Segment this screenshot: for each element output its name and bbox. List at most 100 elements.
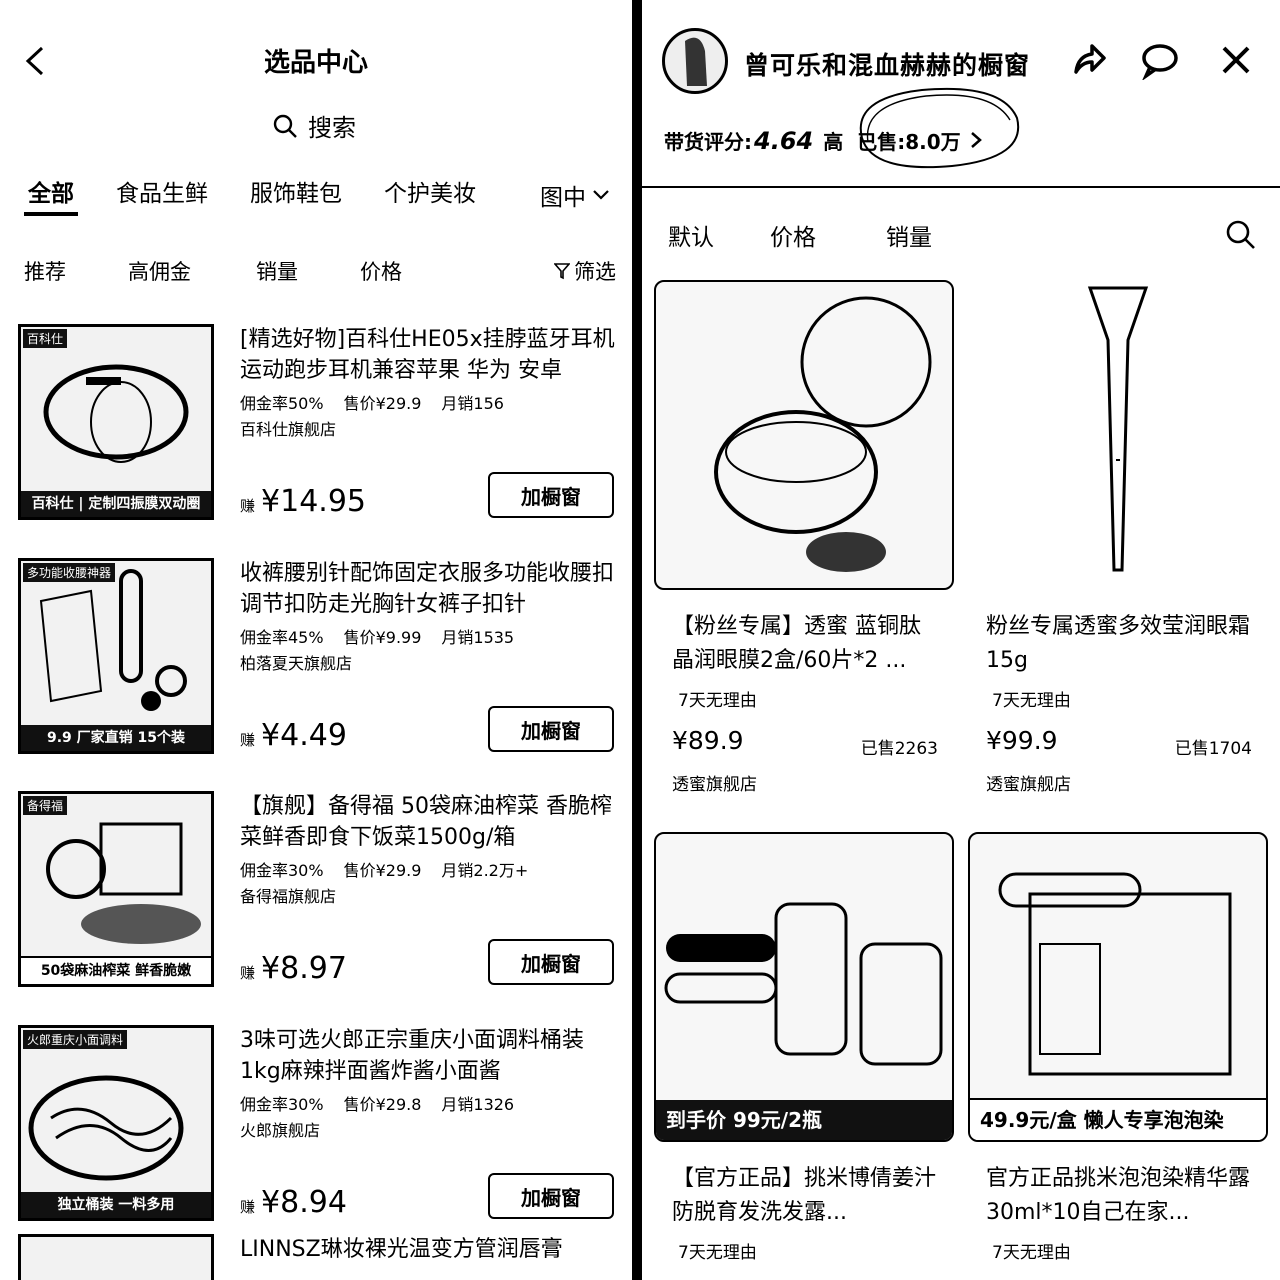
product-image: 到手价 99元/2瓶 (654, 832, 954, 1142)
image-tag: 备得福 (23, 796, 68, 815)
image-caption: 50袋麻油榨菜 鲜香脆嫩 (21, 956, 211, 984)
list-item[interactable]: 备得福 50袋麻油榨菜 鲜香脆嫩 【旗舰】备得福 50袋麻油榨菜 香脆榨菜鲜香即… (18, 791, 618, 991)
pin-illustration (39, 569, 187, 711)
product-meta: 佣金率45% 售价¥9.99 月销1535 (240, 624, 514, 648)
sort-high-commission[interactable]: 高佣金 (128, 256, 191, 286)
store-name[interactable]: 火郎旗舰店 (240, 1117, 320, 1141)
sort-recommend[interactable]: 推荐 (24, 256, 66, 286)
category-more-button[interactable]: 图中 (534, 178, 610, 212)
monthly-sales: 月销1535 (441, 628, 515, 647)
chat-icon[interactable] (1140, 40, 1180, 80)
avatar[interactable] (662, 28, 728, 94)
list-item[interactable]: 多功能收腰神器 9.9 厂家直销 15个装 收裤腰别针配饰固定衣服多功能收腰扣调… (18, 558, 618, 758)
monthly-sales: 月销156 (441, 394, 504, 413)
product-title[interactable]: [精选好物]百科仕HE05x挂脖蓝牙耳机运动跑步耳机兼容苹果 华为 安卓 (240, 324, 620, 386)
category-tabs: 全部 食品生鲜 服饰鞋包 个护美妆 (24, 174, 616, 216)
product-image: 备得福 50袋麻油榨菜 鲜香脆嫩 (18, 791, 214, 987)
header-separator (642, 186, 1280, 188)
hair-dye-box-illustration (998, 872, 1232, 1076)
product-image: 火郎重庆小面调料 独立桶装 一料多用 (18, 1025, 214, 1221)
sale-price: 售价¥9.99 (343, 628, 422, 647)
store-name[interactable]: 备得福旗舰店 (240, 883, 336, 907)
store-name[interactable]: 百科仕旗舰店 (240, 416, 336, 440)
tab-price[interactable]: 价格 (770, 218, 816, 252)
product-image: 百科仕 百科仕 | 定制四振膜双动圈 (18, 324, 214, 520)
tab-beauty[interactable]: 个护美妆 (384, 174, 476, 214)
sale-price: 售价¥29.8 (343, 1095, 422, 1114)
product-meta: 佣金率50% 售价¥29.9 月销156 (240, 390, 504, 414)
add-to-window-button[interactable]: 加橱窗 (488, 706, 614, 752)
commission-rate: 佣金率30% (240, 861, 324, 880)
food-illustration (46, 822, 201, 944)
sale-price: 售价¥29.9 (343, 394, 422, 413)
store-name: 透蜜旗舰店 (672, 775, 757, 795)
earn-label: 赚 (240, 964, 256, 982)
search-icon[interactable] (1224, 218, 1256, 250)
tab-sales[interactable]: 销量 (886, 218, 932, 252)
search-label: 搜索 (308, 114, 356, 142)
product-image (968, 280, 1268, 590)
filter-icon (554, 263, 570, 280)
add-to-window-button[interactable]: 加橱窗 (488, 472, 614, 518)
price: ¥99.9 (986, 726, 1058, 755)
earphone-illustration (43, 364, 189, 463)
list-item[interactable]: 火郎重庆小面调料 独立桶装 一料多用 3味可选火郎正宗重庆小面调料桶装1kg麻辣… (18, 1025, 618, 1225)
commission-rate: 佣金率50% (240, 394, 324, 413)
product-title: 官方正品挑米泡泡染精华露30ml*10自己在家... (986, 1166, 1251, 1225)
filter-button[interactable]: 筛选 (554, 256, 616, 286)
return-policy: 7天无理由 (678, 691, 757, 711)
add-to-window-button[interactable]: 加橱窗 (488, 939, 614, 985)
earn-label: 赚 (240, 1198, 256, 1216)
tab-default[interactable]: 默认 (668, 218, 714, 252)
product-image (18, 1234, 214, 1280)
earn-value: ¥8.97 (261, 951, 347, 986)
tab-food[interactable]: 食品生鲜 (116, 174, 208, 214)
price: ¥89.9 (672, 726, 744, 755)
product-title[interactable]: 收裤腰别针配饰固定衣服多功能收腰扣调节扣防走光胸针女裤子扣针 (240, 558, 620, 620)
store-name: 透蜜旗舰店 (986, 775, 1071, 795)
page-title: 选品中心 (263, 48, 368, 78)
earn-value: ¥14.95 (261, 484, 366, 519)
product-title: 【官方正品】挑米博倩姜汁防脱育发洗发露... (672, 1166, 937, 1225)
earn-amount: 赚 ¥4.49 (240, 718, 347, 753)
product-meta: 佣金率30% 售价¥29.8 月销1326 (240, 1091, 514, 1115)
price-banner: 49.9元/盒 懒人专享泡泡染 (970, 1098, 1266, 1140)
price-banner: 到手价 99元/2瓶 (656, 1100, 952, 1140)
return-policy: 7天无理由 (678, 1243, 757, 1263)
chevron-down-icon (593, 190, 609, 200)
panel-divider (632, 0, 642, 1280)
sort-price[interactable]: 价格 (360, 256, 402, 286)
product-selection-panel: 选品中心 搜索 全部 食品生鲜 服饰鞋包 个护美妆 图中 推荐 高佣金 销量 价… (0, 0, 632, 1280)
image-caption: 9.9 厂家直销 15个装 (21, 725, 211, 751)
commission-rate: 佣金率30% (240, 1095, 324, 1114)
image-tag: 火郎重庆小面调料 (23, 1030, 128, 1049)
product-image: 多功能收腰神器 9.9 厂家直销 15个装 (18, 558, 214, 754)
search-icon (273, 114, 297, 138)
monthly-sales: 月销2.2万+ (441, 861, 529, 880)
eye-mask-illustration (714, 296, 932, 572)
product-image (654, 280, 954, 590)
return-policy: 7天无理由 (992, 1243, 1071, 1263)
noodle-illustration (28, 1075, 184, 1181)
monthly-sales: 月销1326 (441, 1095, 515, 1114)
product-title[interactable]: 【旗舰】备得福 50袋麻油榨菜 香脆榨菜鲜香即食下饭菜1500g/箱 (240, 791, 620, 853)
product-title[interactable]: 3味可选火郎正宗重庆小面调料桶装1kg麻辣拌面酱炸酱小面酱 (240, 1025, 620, 1087)
tab-all[interactable]: 全部 (24, 174, 78, 216)
earn-amount: 赚 ¥8.97 (240, 951, 347, 986)
search-button[interactable]: 搜索 (272, 108, 356, 143)
sort-sales[interactable]: 销量 (256, 256, 298, 286)
earn-amount: 赚 ¥14.95 (240, 484, 366, 519)
sale-price: 售价¥29.9 (343, 861, 422, 880)
sold-count: 已售2263 (860, 739, 938, 759)
store-name[interactable]: 柏落夏天旗舰店 (240, 650, 352, 674)
product-title: 粉丝专属透蜜多效莹润眼霜15g (986, 614, 1251, 673)
tab-apparel[interactable]: 服饰鞋包 (250, 174, 342, 214)
share-icon[interactable] (1068, 40, 1108, 80)
list-item[interactable]: 百科仕 百科仕 | 定制四振膜双动圈 [精选好物]百科仕HE05x挂脖蓝牙耳机运… (18, 324, 618, 524)
hand-drawn-circle (859, 87, 1020, 169)
sold-count: 已售1704 (1174, 739, 1252, 759)
close-icon[interactable] (1216, 40, 1256, 80)
add-to-window-button[interactable]: 加橱窗 (488, 1173, 614, 1219)
product-title[interactable]: LINNSZ琳妆裸光温变方管润唇膏 (240, 1234, 620, 1265)
showcase-panel: 曾可乐和混血赫赫的橱窗 带货评分: 4.64 高 已售:8.0万 默认 价格 销… (642, 0, 1280, 1280)
